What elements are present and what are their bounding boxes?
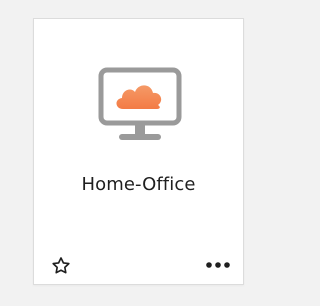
app-tile-card[interactable]: Home-Office [33,18,244,285]
star-outline-icon[interactable] [50,255,72,277]
app-title: Home-Office [81,174,196,195]
monitor-cloud-icon [98,67,182,140]
more-horizontal-icon[interactable] [205,258,231,272]
